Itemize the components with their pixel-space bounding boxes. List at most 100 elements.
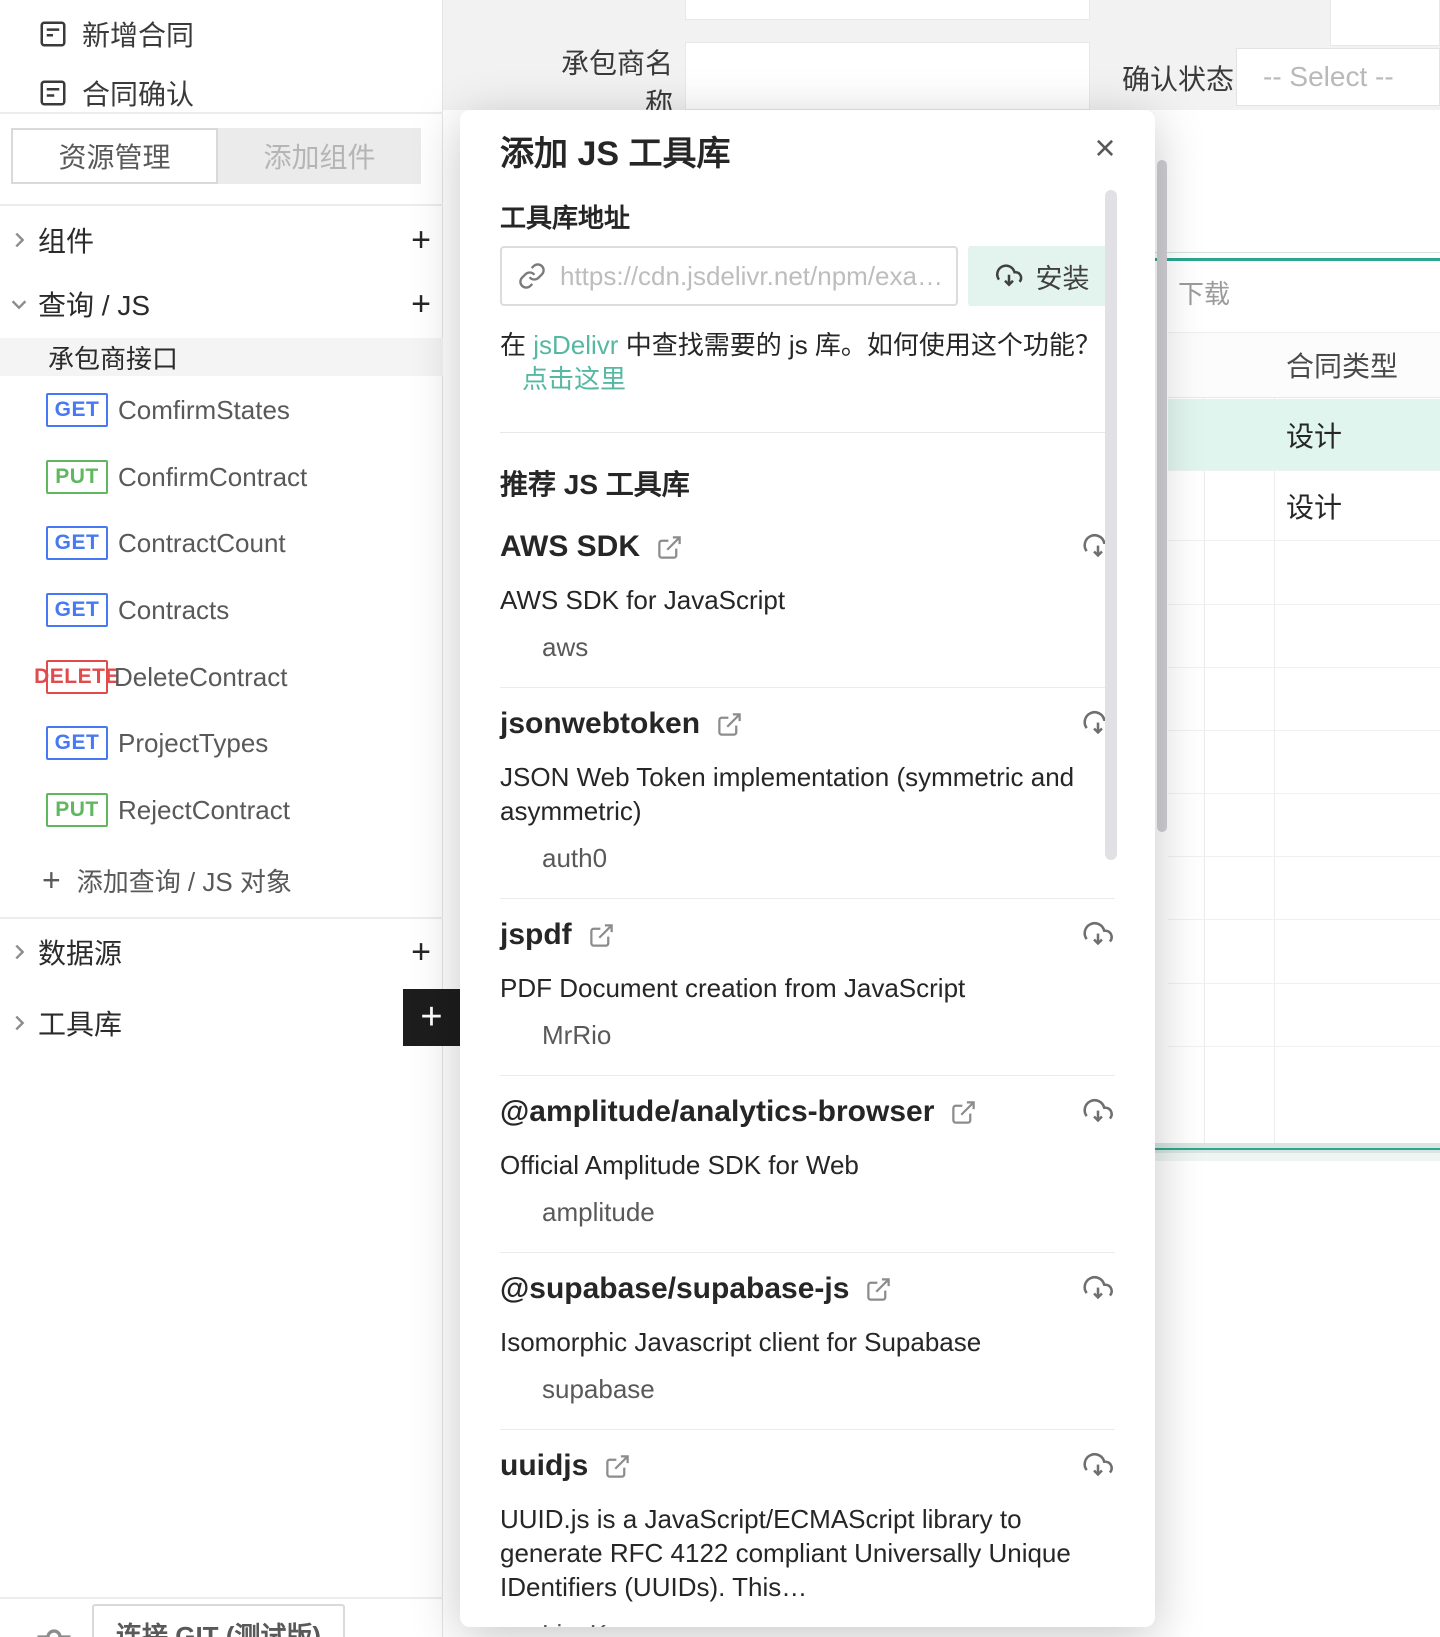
- url-row: 安装: [500, 246, 1115, 306]
- library-url-input[interactable]: [560, 260, 940, 292]
- confirm-status-label: 确认状态: [1122, 64, 1235, 95]
- query-name: ConfirmContract: [118, 461, 308, 492]
- git-row: 连接 GIT (测试版): [0, 1604, 443, 1637]
- table-row[interactable]: 设计: [1168, 399, 1440, 471]
- external-link-icon[interactable]: [865, 1276, 892, 1303]
- library-item: @amplitude/analytics-browser Official Am…: [500, 1076, 1115, 1253]
- table-row[interactable]: [1168, 920, 1440, 984]
- page-item-contract-confirm[interactable]: 合同确认: [0, 74, 443, 112]
- divider: [500, 432, 1115, 433]
- modal-scrollbar[interactable]: [1105, 190, 1117, 860]
- query-item[interactable]: GET ProjectTypes: [0, 721, 443, 765]
- section-components[interactable]: 组件 +: [0, 218, 443, 262]
- library-name: jspdf: [500, 918, 572, 951]
- library-author: aws: [542, 632, 589, 662]
- help-text: 在: [500, 330, 534, 360]
- library-description: PDF Document creation from JavaScript: [500, 973, 966, 1003]
- url-input-wrap: [500, 246, 958, 306]
- external-link-icon[interactable]: [588, 922, 615, 949]
- table-selection-outline-top: [1155, 258, 1440, 261]
- download-library-icon[interactable]: [1081, 918, 1115, 952]
- table-selection-outline-bottom: [1155, 1148, 1440, 1150]
- git-commit-icon: [32, 1619, 76, 1637]
- page-item-new-contract[interactable]: 新增合同: [0, 10, 443, 58]
- library-item: @supabase/supabase-js Isomorphic Javascr…: [500, 1253, 1115, 1430]
- table-row[interactable]: [1168, 731, 1440, 794]
- jsdelivr-link[interactable]: jsDelivr: [533, 330, 618, 360]
- help-text: 中查找需要的 js 库。如何使用这个功能？: [618, 330, 1101, 360]
- table-row[interactable]: [1168, 984, 1440, 1047]
- query-item[interactable]: PUT ConfirmContract: [0, 455, 443, 499]
- contractor-name-field[interactable]: [685, 42, 1090, 110]
- external-link-icon[interactable]: [604, 1453, 631, 1480]
- add-query-label: 添加查询 / JS 对象: [76, 866, 292, 897]
- section-datasources[interactable]: 数据源 +: [0, 930, 443, 974]
- section-label: 查询 / JS: [38, 290, 151, 321]
- download-library-icon[interactable]: [1081, 1272, 1115, 1306]
- contractor-name-label: 承包商名称: [560, 48, 673, 110]
- library-name: AWS SDK: [500, 530, 641, 563]
- query-name: ProjectTypes: [118, 727, 269, 758]
- method-badge-put: PUT: [46, 460, 108, 494]
- library-description: Isomorphic Javascript client for Supabas…: [500, 1327, 982, 1357]
- table-row[interactable]: [1168, 668, 1440, 731]
- divider: [0, 204, 443, 206]
- chevron-right-icon[interactable]: [0, 229, 38, 251]
- add-datasource-button[interactable]: +: [411, 935, 431, 969]
- form-field-top-right[interactable]: [1330, 0, 1440, 46]
- download-library-icon[interactable]: [1081, 1449, 1115, 1483]
- query-item[interactable]: GET Contracts: [0, 588, 443, 632]
- add-component-button[interactable]: +: [411, 223, 431, 257]
- table-row[interactable]: 设计: [1168, 471, 1440, 541]
- tab-resource-management[interactable]: 资源管理: [11, 128, 218, 184]
- chevron-right-icon[interactable]: [0, 941, 38, 963]
- query-name: RejectContract: [118, 794, 290, 825]
- library-description: UUID.js is a JavaScript/ECMAScript libra…: [500, 1504, 1071, 1602]
- install-button[interactable]: 安装: [968, 246, 1115, 306]
- external-link-icon[interactable]: [950, 1099, 977, 1126]
- table-row[interactable]: [1168, 1047, 1440, 1144]
- library-author: auth0: [542, 843, 608, 873]
- query-name: Contracts: [118, 594, 230, 625]
- confirm-status-select[interactable]: -- Select --: [1236, 48, 1440, 106]
- download-library-icon[interactable]: [1081, 1095, 1115, 1129]
- query-item[interactable]: GET ComfirmStates: [0, 388, 443, 432]
- add-query-button[interactable]: +: [411, 287, 431, 321]
- form-field-top[interactable]: [685, 0, 1090, 20]
- click-here-link[interactable]: 点击这里: [522, 364, 626, 394]
- tab-add-component[interactable]: 添加组件: [218, 128, 421, 184]
- table-row[interactable]: [1168, 605, 1440, 668]
- section-label: 数据源: [38, 938, 123, 969]
- query-item[interactable]: GET ContractCount: [0, 521, 443, 565]
- chevron-right-icon[interactable]: [0, 1012, 38, 1034]
- library-name: jsonwebtoken: [500, 707, 701, 740]
- help-line: 在 jsDelivr 中查找需要的 js 库。如何使用这个功能？ 点击这里: [500, 328, 1115, 396]
- cell-contract-type: 设计: [1286, 420, 1343, 452]
- divider: [0, 112, 443, 114]
- library-description: Official Amplitude SDK for Web: [500, 1150, 859, 1180]
- divider: [0, 917, 443, 919]
- query-item[interactable]: DELETE DeleteContract: [0, 655, 443, 699]
- close-icon[interactable]: ×: [1087, 127, 1123, 168]
- library-author: amplitude: [542, 1197, 655, 1227]
- library-author: MrRio: [542, 1020, 612, 1050]
- chevron-down-icon[interactable]: [0, 293, 38, 315]
- query-item[interactable]: PUT RejectContract: [0, 788, 443, 832]
- library-url-label: 工具库地址: [500, 203, 631, 233]
- external-link-icon[interactable]: [716, 711, 743, 738]
- method-badge-delete: DELETE: [34, 660, 119, 694]
- table-row[interactable]: [1168, 857, 1440, 920]
- table-row[interactable]: [1168, 794, 1440, 857]
- page-scrollbar[interactable]: [1157, 160, 1167, 832]
- section-queries-js[interactable]: 查询 / JS +: [0, 282, 443, 326]
- column-header-contract-type[interactable]: 合同类型: [1168, 345, 1398, 385]
- add-query-js-object[interactable]: + 添加查询 / JS 对象: [0, 858, 443, 902]
- external-link-icon[interactable]: [656, 534, 683, 561]
- add-library-button[interactable]: +: [403, 989, 460, 1046]
- table-row[interactable]: [1168, 541, 1440, 605]
- connect-git-button[interactable]: 连接 GIT (测试版): [92, 1604, 346, 1637]
- api-group-contractor[interactable]: 承包商接口: [0, 338, 443, 376]
- download-column-label[interactable]: 下载: [1178, 274, 1230, 311]
- method-badge-get: GET: [46, 393, 108, 427]
- section-libraries[interactable]: 工具库: [0, 1001, 443, 1045]
